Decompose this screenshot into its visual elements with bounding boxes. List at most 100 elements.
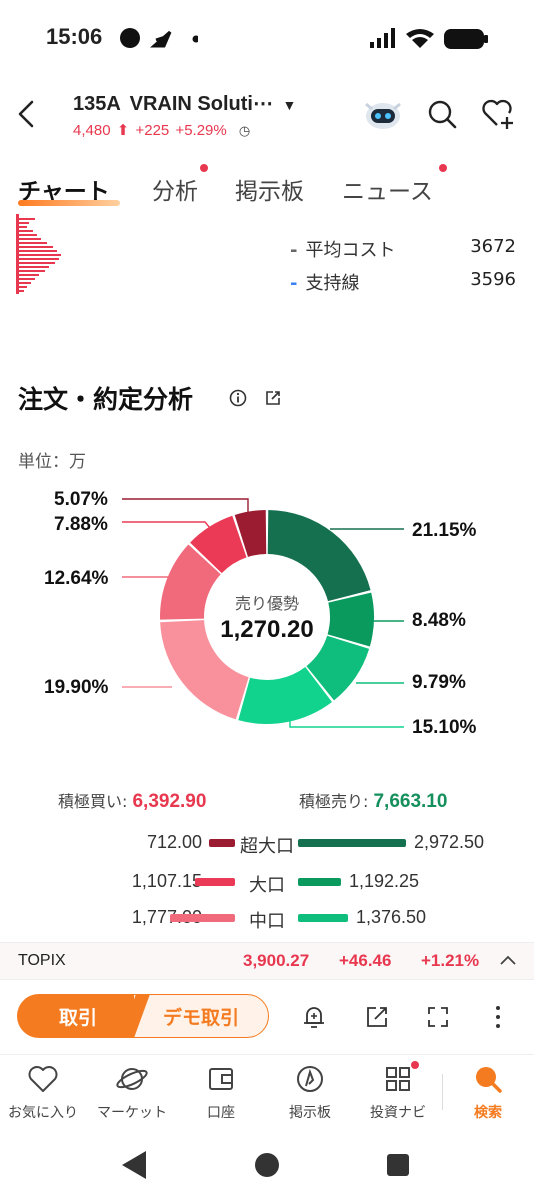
volume-buy-bar: [209, 839, 235, 847]
section-title: 注文・約定分析: [18, 385, 194, 414]
nav-account[interactable]: 口座: [176, 1064, 266, 1122]
index-value: 3,900.27: [243, 951, 310, 970]
volume-buy-value: 712.00: [146, 832, 202, 852]
share-icon[interactable]: [364, 1004, 390, 1030]
pct-label-sell-small: 9.79%: [412, 672, 466, 693]
legend-clipped-row: [290, 207, 516, 221]
volume-size-label: 大口: [249, 875, 285, 895]
clock-icon: ◷: [238, 123, 251, 138]
demo-trade-button[interactable]: デモ取引: [133, 994, 269, 1038]
pct-label-sell-medium: 8.48%: [412, 610, 466, 631]
donut-center-value: 1,270.20: [220, 616, 314, 643]
index-change: +46.46: [339, 951, 392, 970]
up-arrow-icon: ⬆: [116, 122, 130, 139]
aggressive-buy-total: 積極買い: 6,392.90: [58, 788, 206, 813]
donut-leader-line-buy-medium: [122, 521, 211, 529]
tab-analysis[interactable]: 分析: [152, 172, 198, 206]
fullscreen-icon[interactable]: [426, 1005, 450, 1029]
aggressive-sell-label: 積極売り:: [299, 792, 374, 811]
legend-support-value: 3596: [470, 269, 516, 290]
nav-invest-navi[interactable]: 投資ナビ: [353, 1064, 443, 1122]
volume-buy-bar: [170, 914, 235, 922]
volume-sell-value: 2,972.50: [414, 832, 485, 852]
tab-active-indicator: [18, 200, 120, 206]
nav-divider: [0, 1054, 534, 1055]
back-button[interactable]: [12, 96, 42, 132]
nav-board-label: 掲示板: [289, 1105, 331, 1121]
chevron-up-icon[interactable]: [498, 952, 518, 968]
status-time: 15:06: [46, 24, 103, 49]
nav-board[interactable]: 掲示板: [265, 1064, 355, 1122]
pct-label-buy-large: 5.07%: [54, 489, 108, 510]
ticker-change-pct: +5.29%: [175, 122, 227, 139]
ticker-name: VRAIN Soluti⋯: [129, 93, 273, 115]
volume-sell-bar: [298, 914, 348, 922]
volume-size-label: 超大口: [240, 836, 294, 856]
ticker-title[interactable]: 135A VRAIN Soluti⋯ ▼: [73, 91, 296, 116]
legend-support: - 支持線: [290, 269, 359, 295]
legend-avg-cost: - 平均コスト: [290, 236, 395, 262]
trade-button[interactable]: 取引: [17, 994, 139, 1038]
system-recents-icon: [387, 1154, 409, 1176]
volume-size-label: 中口: [249, 911, 285, 931]
alert-bell-icon[interactable]: [300, 1003, 328, 1031]
nav-invest-navi-dot: [411, 1061, 419, 1069]
heart-icon: [28, 1066, 58, 1092]
nav-search-label: 検索: [474, 1105, 502, 1121]
ticker-price: 4,480: [73, 122, 111, 139]
info-icon[interactable]: [229, 389, 247, 407]
nav-search[interactable]: 検索: [443, 1064, 533, 1122]
pct-label-buy-tiny: 19.90%: [44, 677, 109, 698]
search-icon[interactable]: [426, 98, 458, 130]
system-navigation-bar: [122, 1151, 409, 1179]
robot-assistant-icon[interactable]: [362, 96, 404, 132]
volume-sell-value: 1,192.25: [349, 871, 420, 891]
aggressive-buy-value: 6,392.90: [132, 791, 207, 812]
wallet-icon: [209, 1068, 233, 1090]
nav-account-label: 口座: [207, 1105, 235, 1121]
nav-favorites-label: お気に入り: [8, 1105, 78, 1121]
legend-avg-cost-label: 平均コスト: [305, 240, 396, 261]
pct-label-buy-small: 12.64%: [44, 568, 109, 589]
volume-profile-chart: [16, 214, 61, 294]
legend-support-marker: -: [290, 273, 298, 294]
tab-news[interactable]: ニュース: [342, 172, 433, 206]
pct-label-buy-medium: 7.88%: [54, 514, 108, 535]
nav-market[interactable]: マーケット: [87, 1064, 177, 1122]
ticker-code: 135A: [73, 93, 121, 115]
volume-buy-bar: [195, 878, 235, 886]
donut-leader-line-buy-large: [122, 498, 249, 512]
donut-leader-line-sell-tiny: [289, 716, 404, 728]
index-change-pct: +1.21%: [421, 951, 480, 970]
aggressive-buy-label: 積極買い:: [58, 792, 133, 811]
pct-label-sell-large: 21.15%: [412, 520, 477, 541]
planet-icon: [116, 1068, 148, 1090]
aggressive-sell-value: 7,663.10: [373, 791, 448, 812]
status-system-icons: [370, 28, 488, 49]
index-name: TOPIX: [18, 952, 66, 969]
volume-buy-value: 1,107.15: [131, 871, 202, 891]
donut-center-label: 売り優勢: [234, 594, 299, 613]
nav-favorites[interactable]: お気に入り: [0, 1064, 88, 1122]
nav-market-label: マーケット: [97, 1105, 167, 1121]
volume-sell-bar: [298, 878, 341, 886]
system-back-icon: [122, 1151, 146, 1179]
share-icon[interactable]: [264, 389, 282, 407]
donut-segment-sell-large: [267, 510, 371, 602]
ticker-change: +225: [135, 122, 170, 139]
system-home-icon: [255, 1153, 279, 1177]
search-icon: [476, 1067, 502, 1093]
legend-avg-cost-value: 3672: [470, 236, 516, 257]
tab-news-dot: [439, 164, 447, 172]
more-menu-icon[interactable]: [490, 1004, 506, 1030]
volume-sell-bar: [298, 839, 406, 847]
legend-avg-cost-marker: -: [290, 240, 298, 261]
aggressive-sell-total: 積極売り: 7,663.10: [299, 788, 447, 813]
add-favorite-icon[interactable]: [481, 98, 521, 130]
board-icon: [297, 1066, 323, 1092]
ticker-dropdown-icon[interactable]: ▼: [283, 97, 297, 113]
nav-invest-navi-label: 投資ナビ: [370, 1105, 426, 1121]
status-notification-icons: [120, 28, 198, 48]
volume-sell-value: 1,376.50: [356, 907, 427, 927]
tab-board[interactable]: 掲示板: [235, 172, 304, 206]
